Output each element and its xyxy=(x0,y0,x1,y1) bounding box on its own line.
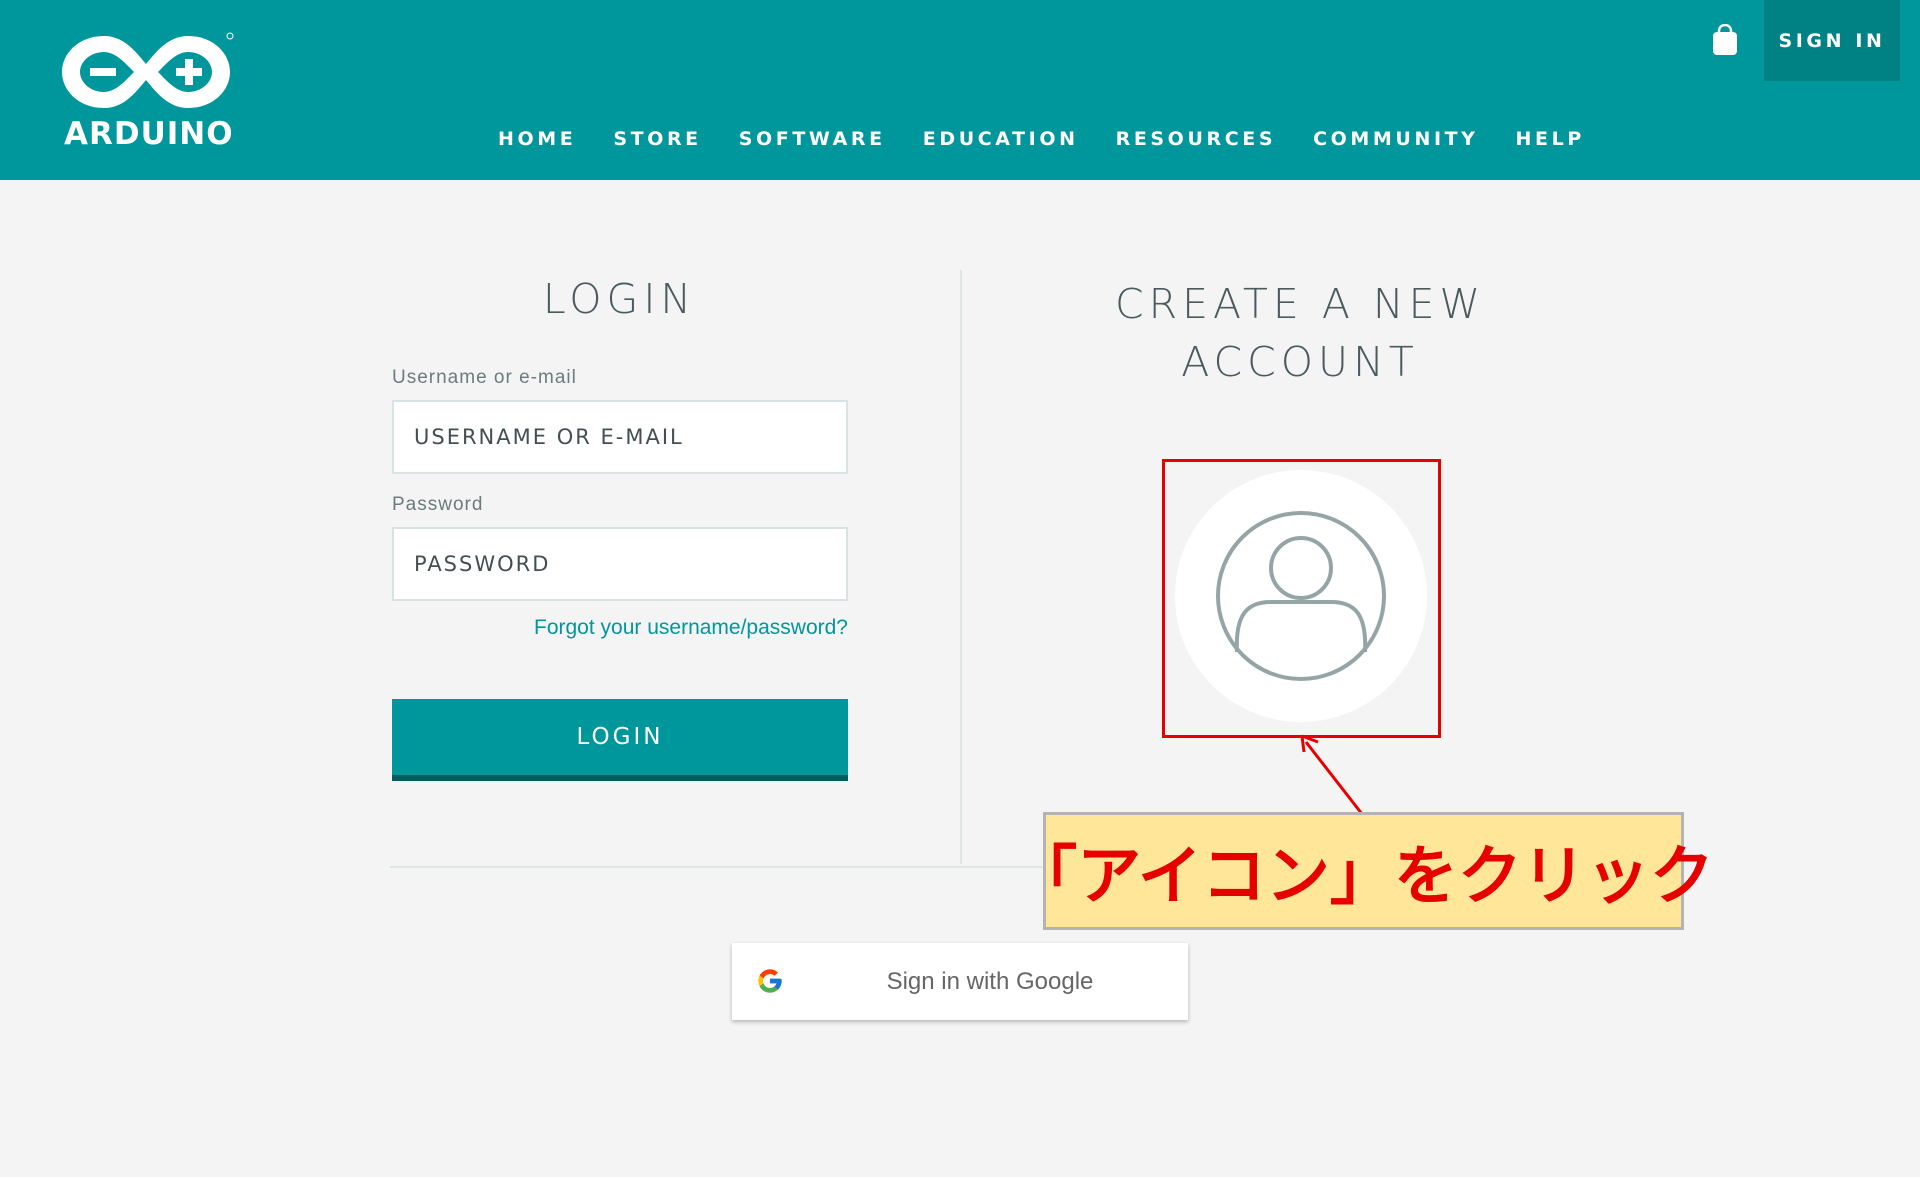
vertical-divider xyxy=(960,270,962,864)
shopping-bag-icon[interactable] xyxy=(1712,24,1738,56)
main-nav: HOME STORE SOFTWARE EDUCATION RESOURCES … xyxy=(498,128,1622,150)
nav-help[interactable]: HELP xyxy=(1516,128,1585,150)
login-title: LOGIN xyxy=(542,275,697,323)
create-title-line2: ACCOUNT xyxy=(1181,338,1419,386)
sign-in-button[interactable]: SIGN IN xyxy=(1764,0,1900,81)
nav-education[interactable]: EDUCATION xyxy=(923,128,1079,150)
username-input[interactable] xyxy=(392,400,848,474)
google-sign-in-label: Sign in with Google xyxy=(886,967,1094,995)
nav-store[interactable]: STORE xyxy=(613,128,701,150)
password-input[interactable] xyxy=(392,527,848,601)
login-button[interactable]: LOGIN xyxy=(392,699,848,781)
create-title-line1: CREATE A NEW xyxy=(1114,280,1486,328)
nav-software[interactable]: SOFTWARE xyxy=(739,128,886,150)
site-header: ARDUINO HOME STORE SOFTWARE EDUCATION RE… xyxy=(0,0,1920,180)
password-label: Password xyxy=(392,494,484,515)
annotation-arrow-icon xyxy=(1300,734,1364,815)
logo-text: ARDUINO xyxy=(64,116,234,152)
nav-community[interactable]: COMMUNITY xyxy=(1313,128,1478,150)
forgot-password-link[interactable]: Forgot your username/password? xyxy=(392,616,848,640)
google-sign-in-button[interactable]: Sign in with Google xyxy=(732,943,1188,1020)
annotation-highlight-box xyxy=(1162,459,1441,738)
horizontal-divider xyxy=(390,866,1047,868)
nav-resources[interactable]: RESOURCES xyxy=(1116,128,1277,150)
annotation-callout: 「アイコン」をクリック xyxy=(1013,812,1714,930)
nav-home[interactable]: HOME xyxy=(498,128,576,150)
create-account-title: CREATE A NEW ACCOUNT xyxy=(1040,275,1560,391)
username-label: Username or e-mail xyxy=(392,367,577,388)
